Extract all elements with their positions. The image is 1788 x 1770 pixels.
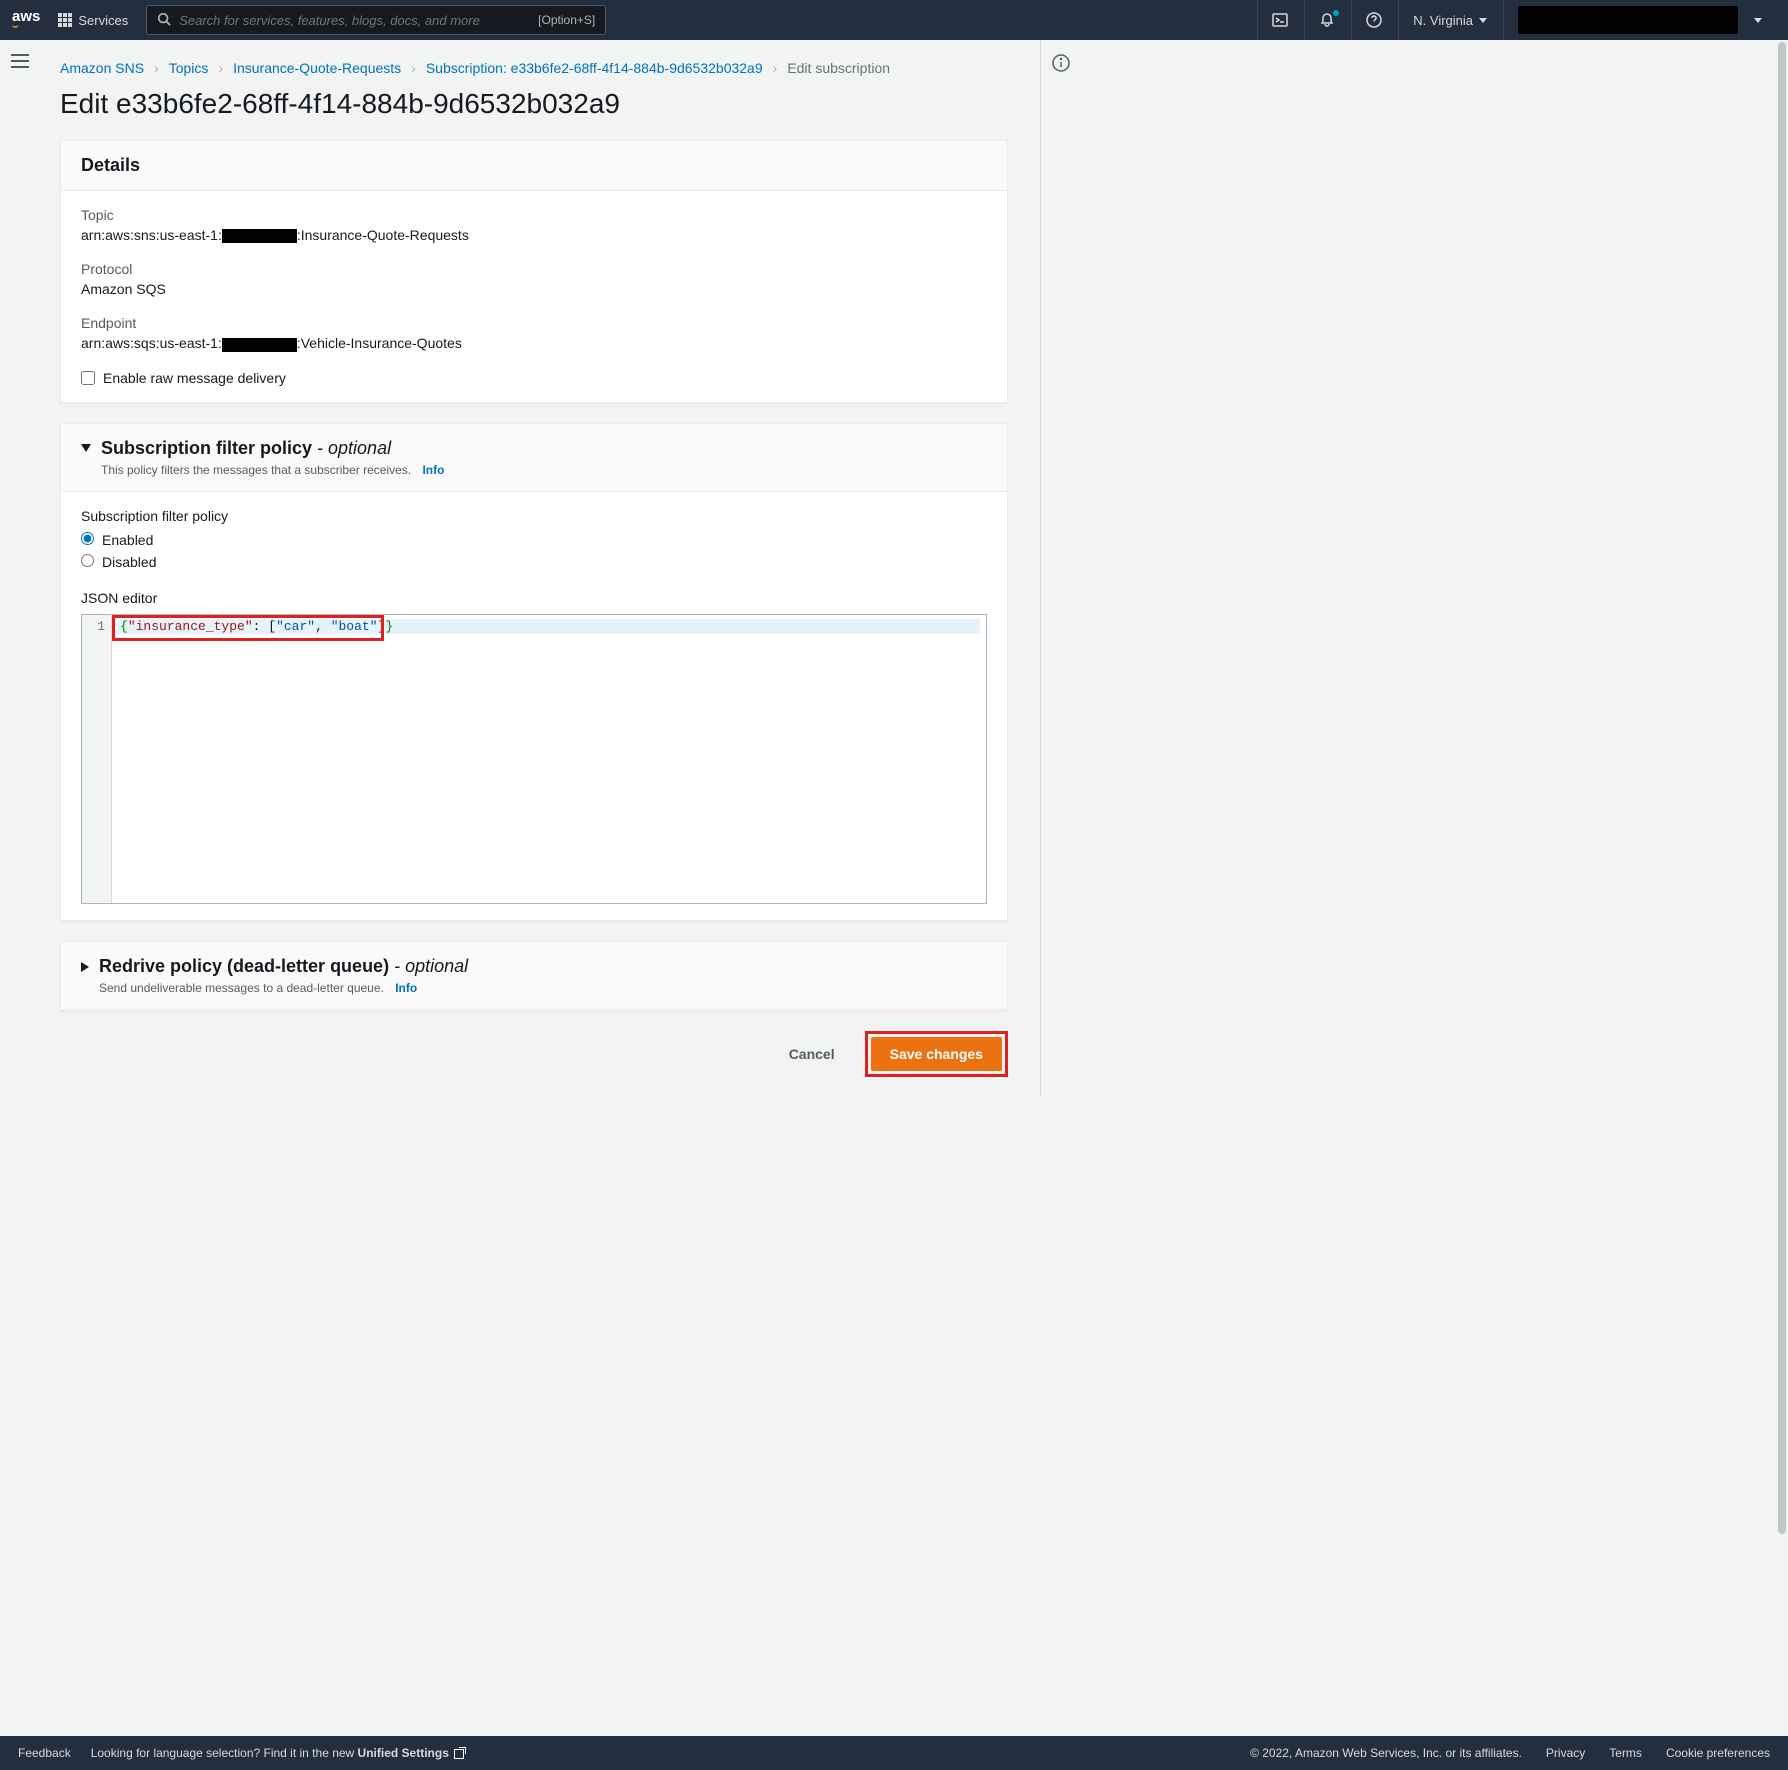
terms-link[interactable]: Terms: [1609, 1746, 1642, 1760]
account-name-redacted: [1518, 6, 1738, 34]
footer: Feedback Looking for language selection?…: [0, 1736, 1788, 1770]
info-link[interactable]: Info: [422, 463, 444, 477]
sidebar-toggle-button[interactable]: [0, 40, 40, 1097]
json-gutter: 1: [82, 615, 112, 903]
search-input[interactable]: [179, 13, 538, 28]
protocol-label: Protocol: [81, 261, 987, 277]
services-label: Services: [78, 13, 128, 28]
chevron-right-icon: ›: [218, 60, 223, 76]
details-heading: Details: [81, 155, 987, 176]
topic-label: Topic: [81, 207, 987, 223]
top-navbar: aws ⌣ Services [Option+S] N. Virginia: [0, 0, 1788, 40]
filter-policy-radio-group: Enabled Disabled: [81, 532, 987, 570]
copyright-text: © 2022, Amazon Web Services, Inc. or its…: [1250, 1746, 1522, 1760]
redrive-policy-header-toggle[interactable]: Redrive policy (dead-letter queue) - opt…: [61, 942, 1007, 1010]
services-menu-button[interactable]: Services: [50, 13, 136, 28]
form-actions: Cancel Save changes: [60, 1031, 1008, 1077]
search-icon: [157, 12, 171, 29]
unified-settings-link[interactable]: Unified Settings: [358, 1746, 465, 1760]
breadcrumb-link[interactable]: Subscription: e33b6fe2-68ff-4f14-884b-9d…: [426, 60, 763, 76]
cloudshell-button[interactable]: [1257, 0, 1302, 40]
raw-message-delivery-label: Enable raw message delivery: [103, 370, 286, 386]
disabled-radio[interactable]: [81, 554, 94, 567]
region-label: N. Virginia: [1413, 13, 1473, 28]
highlight-annotation: Save changes: [865, 1031, 1008, 1077]
redacted-account-id: [222, 229, 297, 243]
disabled-radio-label[interactable]: Disabled: [81, 554, 987, 570]
grid-icon: [58, 13, 72, 27]
breadcrumb-link[interactable]: Amazon SNS: [60, 60, 144, 76]
endpoint-value: arn:aws:sqs:us-east-1::Vehicle-Insurance…: [81, 335, 987, 351]
filter-policy-panel: Subscription filter policy - optional Th…: [60, 423, 1008, 921]
aws-logo[interactable]: aws ⌣: [12, 8, 40, 32]
language-prompt: Looking for language selection? Find it …: [91, 1746, 465, 1760]
json-editor-label: JSON editor: [81, 590, 987, 606]
chevron-down-icon: [1754, 18, 1762, 23]
cancel-button[interactable]: Cancel: [771, 1038, 853, 1070]
breadcrumb: Amazon SNS › Topics › Insurance-Quote-Re…: [60, 60, 1008, 76]
redrive-policy-panel: Redrive policy (dead-letter queue) - opt…: [60, 941, 1008, 1011]
search-shortcut-label: [Option+S]: [538, 13, 595, 27]
endpoint-label: Endpoint: [81, 315, 987, 331]
protocol-value: Amazon SQS: [81, 281, 987, 297]
json-editor[interactable]: 1 {"insurance_type": ["car", "boat"]}: [81, 614, 987, 904]
breadcrumb-link[interactable]: Insurance-Quote-Requests: [233, 60, 401, 76]
enabled-radio-label[interactable]: Enabled: [81, 532, 987, 548]
external-link-icon: [454, 1749, 464, 1759]
redrive-policy-subtitle: Send undeliverable messages to a dead-le…: [99, 981, 468, 995]
scrollbar-thumb[interactable]: [1778, 42, 1786, 1534]
chevron-right-icon: ›: [411, 60, 416, 76]
filter-policy-section-label: Subscription filter policy: [81, 508, 987, 524]
cookie-preferences-link[interactable]: Cookie preferences: [1666, 1746, 1770, 1760]
privacy-link[interactable]: Privacy: [1546, 1746, 1585, 1760]
filter-policy-heading: Subscription filter policy - optional: [101, 438, 444, 459]
notification-dot-icon: [1333, 10, 1339, 16]
chevron-right-icon: ›: [154, 60, 159, 76]
json-line-number: 1: [88, 619, 105, 634]
scrollbar[interactable]: [1776, 40, 1788, 1736]
raw-message-delivery-checkbox[interactable]: [81, 371, 95, 385]
save-changes-button[interactable]: Save changes: [871, 1037, 1002, 1071]
json-content[interactable]: {"insurance_type": ["car", "boat"]}: [112, 615, 986, 903]
filter-policy-header-toggle[interactable]: Subscription filter policy - optional Th…: [61, 424, 1007, 492]
breadcrumb-link[interactable]: Topics: [169, 60, 209, 76]
info-link[interactable]: Info: [395, 981, 417, 995]
enabled-radio[interactable]: [81, 532, 94, 545]
info-panel-toggle[interactable]: [1040, 40, 1080, 1097]
region-selector[interactable]: N. Virginia: [1398, 0, 1501, 40]
filter-policy-subtitle: This policy filters the messages that a …: [101, 463, 444, 477]
chevron-down-icon: [1479, 18, 1487, 23]
redacted-account-id: [222, 338, 297, 352]
feedback-link[interactable]: Feedback: [18, 1746, 71, 1760]
page-title: Edit e33b6fe2-68ff-4f14-884b-9d6532b032a…: [60, 88, 1008, 120]
help-button[interactable]: [1351, 0, 1396, 40]
global-search[interactable]: [Option+S]: [146, 5, 606, 35]
details-panel: Details Topic arn:aws:sns:us-east-1::Ins…: [60, 140, 1008, 403]
topic-value: arn:aws:sns:us-east-1::Insurance-Quote-R…: [81, 227, 987, 243]
chevron-right-icon: ›: [773, 60, 778, 76]
account-menu[interactable]: [1503, 0, 1776, 40]
notifications-button[interactable]: [1304, 0, 1349, 40]
triangle-right-icon: [81, 962, 89, 972]
redrive-policy-heading: Redrive policy (dead-letter queue) - opt…: [99, 956, 468, 977]
triangle-down-icon: [81, 444, 91, 452]
breadcrumb-current: Edit subscription: [787, 60, 890, 76]
json-line: {"insurance_type": ["car", "boat"]}: [118, 619, 980, 634]
